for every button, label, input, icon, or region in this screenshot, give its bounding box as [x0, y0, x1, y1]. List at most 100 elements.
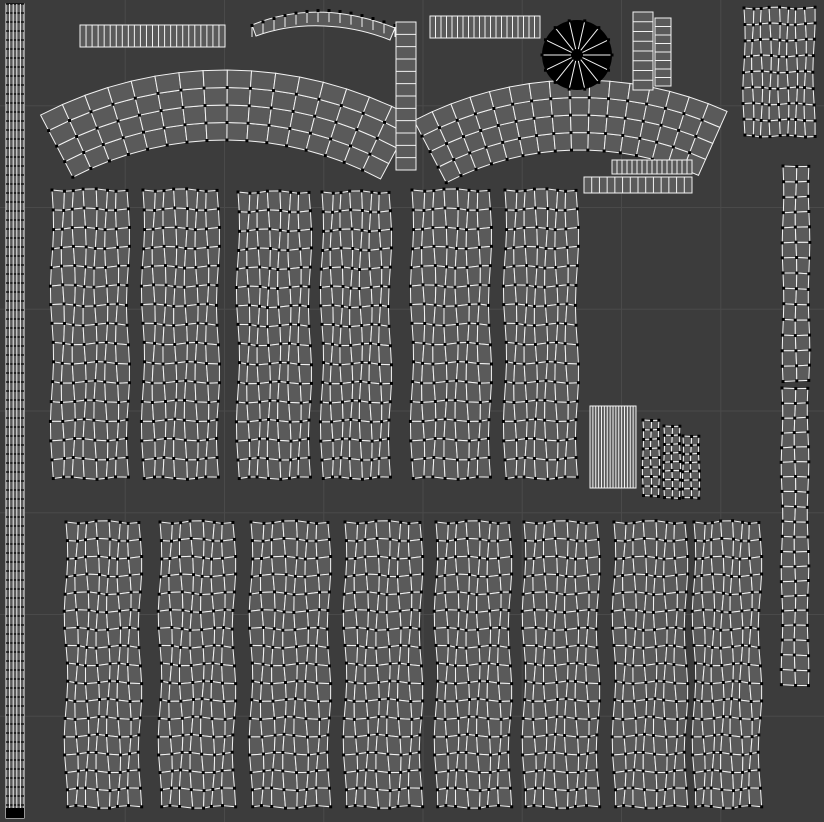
uv-vertex: [575, 264, 579, 268]
uv-vertex: [787, 6, 791, 10]
uv-face: [190, 789, 205, 809]
uv-vertex: [751, 85, 755, 89]
uv-vertex: [287, 400, 291, 404]
uv-vertex: [81, 304, 85, 308]
uv-vertex: [345, 679, 349, 683]
uv-vertex: [387, 519, 391, 523]
uv-island-29[interactable]: [520, 519, 602, 810]
uv-vertex: [364, 521, 368, 525]
uv-island-21[interactable]: [640, 418, 662, 498]
uv-vertex: [586, 626, 590, 630]
uv-vertex: [445, 142, 449, 146]
uv-vertex: [781, 164, 785, 168]
uv-island-12[interactable]: [780, 164, 812, 384]
uv-face: [443, 438, 458, 461]
uv-island-17[interactable]: [318, 189, 393, 481]
uv-face: [83, 342, 98, 364]
uv-face: [779, 118, 790, 137]
uv-face: [82, 418, 96, 441]
uv-canvas[interactable]: [0, 0, 824, 822]
uv-island-20[interactable]: [589, 405, 637, 489]
uv-island-19[interactable]: [501, 187, 580, 481]
uv-island-13[interactable]: [779, 386, 811, 688]
uv-face: [288, 266, 302, 288]
uv-face: [104, 209, 117, 231]
uv-face: [272, 628, 284, 649]
uv-island-25[interactable]: [156, 519, 238, 810]
uv-island-14[interactable]: [48, 187, 131, 481]
uv-island-2[interactable]: [39, 69, 415, 180]
uv-face: [564, 189, 578, 211]
uv-vertex: [555, 715, 559, 719]
uv-vertex: [89, 110, 93, 114]
uv-island-28[interactable]: [432, 519, 514, 810]
uv-vertex: [545, 733, 549, 737]
uv-island-23[interactable]: [680, 434, 702, 500]
uv-face: [298, 304, 310, 327]
uv-face: [283, 716, 295, 737]
uv-vertex: [556, 439, 560, 443]
uv-island-27[interactable]: [341, 519, 425, 810]
uv-vertex: [303, 804, 307, 808]
uv-vertex: [318, 717, 322, 721]
uv-vertex: [757, 520, 761, 524]
uv-editor-viewport[interactable]: [0, 0, 824, 822]
uv-vertex: [489, 753, 493, 757]
uv-vertex: [435, 698, 439, 702]
uv-island-26[interactable]: [247, 519, 333, 810]
uv-vertex: [185, 187, 189, 191]
uv-face: [786, 24, 797, 42]
uv-face: [93, 399, 108, 423]
uv-island-24[interactable]: [62, 519, 144, 810]
uv-island-15[interactable]: [139, 187, 221, 481]
uv-island-16[interactable]: [234, 189, 313, 481]
uv-face: [364, 646, 378, 667]
uv-vertex: [223, 608, 227, 612]
uv-vertex: [492, 107, 496, 111]
uv-island-6[interactable]: [429, 15, 541, 39]
uv-face: [316, 682, 332, 703]
uv-face: [205, 437, 218, 459]
uv-face: [205, 303, 218, 326]
uv-face: [288, 323, 300, 346]
uv-vertex: [137, 608, 141, 612]
uv-vertex: [719, 769, 723, 773]
uv-vertex: [760, 699, 764, 703]
uv-island-disc[interactable]: [540, 19, 614, 91]
uv-vertex: [52, 228, 56, 232]
uv-vertex: [587, 113, 591, 117]
uv-vertex: [396, 804, 400, 808]
uv-vertex: [501, 419, 505, 423]
uv-face: [743, 40, 753, 58]
uv-vertex: [179, 521, 183, 525]
uv-island-10[interactable]: [611, 159, 693, 175]
uv-face: [478, 284, 490, 306]
uv-vertex: [556, 321, 560, 325]
uv-vertex: [305, 609, 309, 613]
uv-island-22[interactable]: [661, 424, 683, 500]
uv-face: [478, 245, 492, 267]
uv-island-30[interactable]: [610, 519, 690, 810]
uv-island-9[interactable]: [741, 5, 817, 139]
uv-island-7[interactable]: [632, 11, 654, 91]
uv-island-1[interactable]: [79, 24, 226, 48]
uv-island-11[interactable]: [583, 176, 693, 194]
uv-vertex: [338, 344, 342, 348]
uv-face: [781, 490, 797, 508]
uv-face: [320, 381, 331, 404]
uv-island-18[interactable]: [408, 187, 493, 481]
uv-vertex: [181, 733, 185, 737]
uv-island-8[interactable]: [654, 17, 672, 87]
uv-face: [282, 646, 298, 667]
uv-vertex: [681, 443, 685, 447]
uv-island-left-strip[interactable]: [5, 3, 25, 819]
uv-island-5[interactable]: [395, 21, 417, 171]
uv-face: [524, 380, 538, 403]
uv-vertex: [118, 770, 122, 774]
uv-vertex: [703, 769, 707, 773]
uv-vertex: [294, 92, 298, 96]
uv-face: [409, 401, 424, 422]
uv-vertex: [268, 246, 272, 250]
uv-island-31[interactable]: [690, 519, 764, 810]
uv-vertex: [185, 341, 189, 345]
